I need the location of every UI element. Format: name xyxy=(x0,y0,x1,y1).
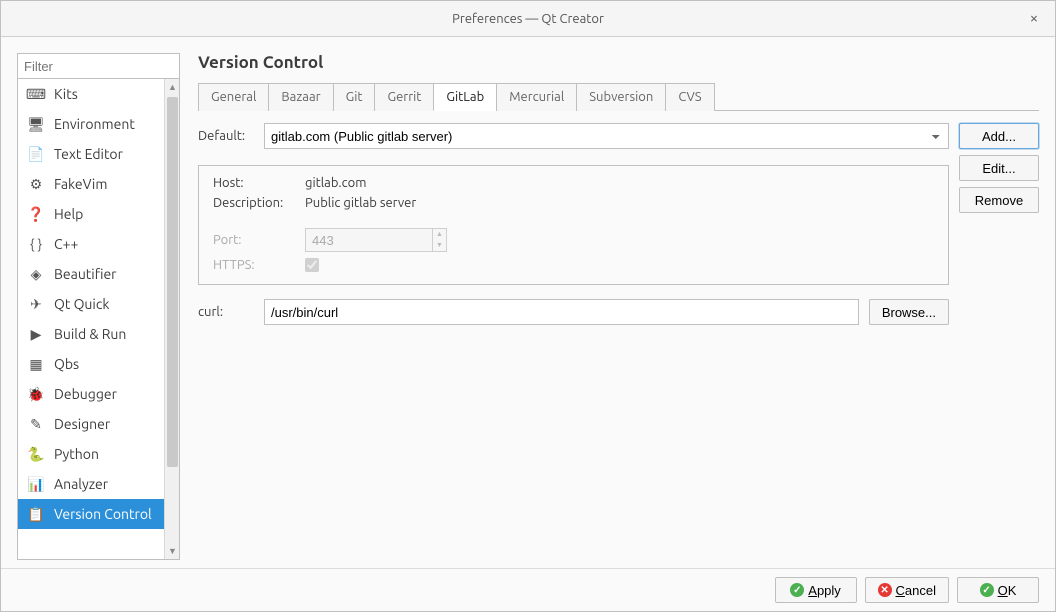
qbs-icon: ▦ xyxy=(28,356,44,372)
tab-bazaar[interactable]: Bazaar xyxy=(268,83,333,111)
ok-button[interactable]: ✓ OK xyxy=(957,577,1039,603)
titlebar: Preferences — Qt Creator × xyxy=(1,1,1055,37)
edit-button[interactable]: Edit... xyxy=(959,155,1039,181)
sidebar-item-label: Build & Run xyxy=(54,326,126,342)
tab-cvs[interactable]: CVS xyxy=(665,83,714,111)
sidebar-item-environment[interactable]: 🖥 Environment xyxy=(18,109,164,139)
sidebar-item-version-control[interactable]: 📋 Version Control xyxy=(18,499,164,529)
filter-input[interactable] xyxy=(17,53,180,79)
curl-path-input[interactable] xyxy=(264,299,859,325)
sidebar-item-designer[interactable]: ✎ Designer xyxy=(18,409,164,439)
sidebar-item-debugger[interactable]: 🐞 Debugger xyxy=(18,379,164,409)
python-icon: 🐍 xyxy=(28,446,44,462)
sidebar-item-label: Kits xyxy=(54,86,78,102)
sidebar-item-label: Python xyxy=(54,446,99,462)
description-label: Description: xyxy=(213,196,295,210)
remove-button[interactable]: Remove xyxy=(959,187,1039,213)
sidebar-item-label: Qbs xyxy=(54,356,79,372)
cancel-icon: ✕ xyxy=(878,583,892,597)
page-title: Version Control xyxy=(198,53,1039,82)
sidebar-item-kits[interactable]: ⌨ Kits xyxy=(18,79,164,109)
host-value: gitlab.com xyxy=(305,176,934,190)
sidebar-item-label: FakeVim xyxy=(54,176,107,192)
sidebar-item-help[interactable]: ❓ Help xyxy=(18,199,164,229)
sidebar-item-label: Version Control xyxy=(54,506,152,522)
debugger-icon: 🐞 xyxy=(28,386,44,402)
sidebar-item-beautifier[interactable]: ◈ Beautifier xyxy=(18,259,164,289)
default-label: Default: xyxy=(198,129,254,143)
beautifier-icon: ◈ xyxy=(28,266,44,282)
sidebar-item-python[interactable]: 🐍 Python xyxy=(18,439,164,469)
tab-content-gitlab: Default: gitlab.com (Public gitlab serve… xyxy=(198,111,1039,560)
close-icon[interactable]: × xyxy=(1025,9,1043,27)
port-label: Port: xyxy=(213,233,295,247)
sidebar-item-label: Beautifier xyxy=(54,266,116,282)
sidebar-item-label: Help xyxy=(54,206,83,222)
sidebar-item-qt-quick[interactable]: ✈ Qt Quick xyxy=(18,289,164,319)
check-icon: ✓ xyxy=(980,583,994,597)
https-checkbox xyxy=(305,258,319,272)
sidebar-item-label: Analyzer xyxy=(54,476,108,492)
sidebar-item-label: Qt Quick xyxy=(54,296,109,312)
window-title: Preferences — Qt Creator xyxy=(452,12,604,26)
tab-gitlab[interactable]: GitLab xyxy=(433,83,497,111)
preferences-window: Preferences — Qt Creator × ⌨ Kits 🖥 Environ… xyxy=(0,0,1056,612)
sidebar-item-qbs[interactable]: ▦ Qbs xyxy=(18,349,164,379)
scrollbar[interactable]: ▲ ▼ xyxy=(164,79,179,559)
sidebar-item-fakevim[interactable]: ⚙ FakeVim xyxy=(18,169,164,199)
host-label: Host: xyxy=(213,176,295,190)
analyzer-icon: 📊 xyxy=(28,476,44,492)
sidebar-item-label: Environment xyxy=(54,116,135,132)
tab-general[interactable]: General xyxy=(198,83,269,111)
tab-git[interactable]: Git xyxy=(333,83,376,111)
environment-icon: 🖥 xyxy=(28,116,44,132)
text-editor-icon: 📄 xyxy=(28,146,44,162)
c--icon: { } xyxy=(28,236,44,252)
server-details-group: Host: gitlab.com Description: Public git… xyxy=(198,165,949,285)
check-icon: ✓ xyxy=(790,583,804,597)
scroll-thumb[interactable] xyxy=(167,97,178,467)
qt-quick-icon: ✈ xyxy=(28,296,44,312)
help-icon: ❓ xyxy=(28,206,44,222)
spin-arrows-icon: ▲▼ xyxy=(433,228,447,252)
sidebar: ⌨ Kits 🖥 Environment 📄 Text Editor ⚙ FakeVim ❓ He… xyxy=(17,53,180,560)
browse-button[interactable]: Browse... xyxy=(869,299,949,325)
sidebar-item-build-run[interactable]: ▶ Build & Run xyxy=(18,319,164,349)
tab-mercurial[interactable]: Mercurial xyxy=(496,83,577,111)
kits-icon: ⌨ xyxy=(28,86,44,102)
scroll-down-icon[interactable]: ▼ xyxy=(165,543,180,559)
apply-button[interactable]: ✓ Apply xyxy=(775,577,857,603)
designer-icon: ✎ xyxy=(28,416,44,432)
default-server-select[interactable]: gitlab.com (Public gitlab server) xyxy=(264,123,949,149)
cancel-button[interactable]: ✕ Cancel xyxy=(865,577,949,603)
scroll-up-icon[interactable]: ▲ xyxy=(165,79,180,95)
sidebar-item-text-editor[interactable]: 📄 Text Editor xyxy=(18,139,164,169)
tab-bar: GeneralBazaarGitGerritGitLabMercurialSub… xyxy=(198,82,1039,111)
fakevim-icon: ⚙ xyxy=(28,176,44,192)
port-input xyxy=(305,228,433,252)
tab-subversion[interactable]: Subversion xyxy=(576,83,666,111)
sidebar-item-c-[interactable]: { } C++ xyxy=(18,229,164,259)
sidebar-item-label: Designer xyxy=(54,416,110,432)
sidebar-item-label: C++ xyxy=(54,236,78,252)
dialog-footer: ✓ Apply ✕ Cancel ✓ OK xyxy=(1,568,1055,611)
category-list: ⌨ Kits 🖥 Environment 📄 Text Editor ⚙ FakeVim ❓ He… xyxy=(18,79,164,559)
https-label: HTTPS: xyxy=(213,258,295,272)
description-value: Public gitlab server xyxy=(305,196,934,210)
main-panel: Version Control GeneralBazaarGitGerritGi… xyxy=(198,53,1039,560)
curl-label: curl: xyxy=(198,305,254,319)
build-run-icon: ▶ xyxy=(28,326,44,342)
sidebar-item-label: Text Editor xyxy=(54,146,123,162)
add-button[interactable]: Add... xyxy=(959,123,1039,149)
tab-gerrit[interactable]: Gerrit xyxy=(374,83,434,111)
sidebar-item-label: Debugger xyxy=(54,386,117,402)
sidebar-item-analyzer[interactable]: 📊 Analyzer xyxy=(18,469,164,499)
version-control-icon: 📋 xyxy=(28,506,44,522)
